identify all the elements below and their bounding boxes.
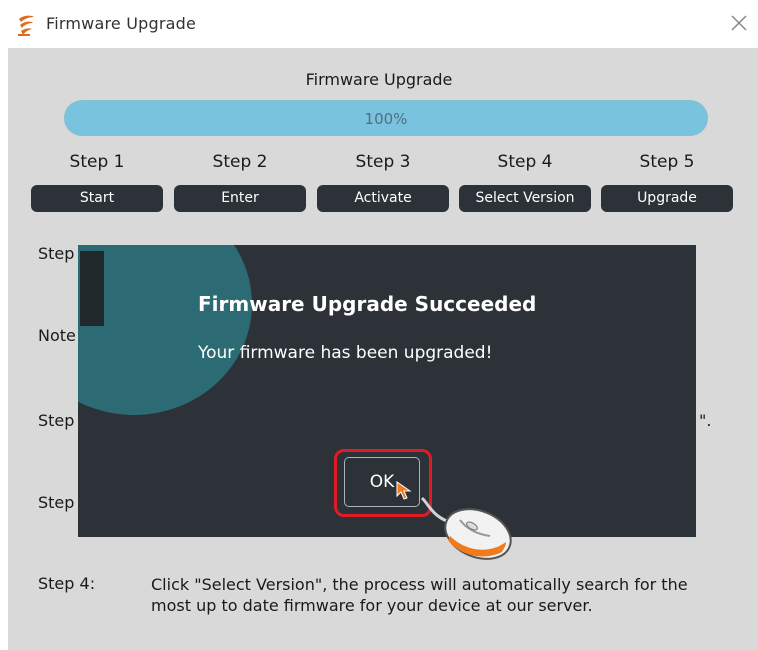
step-label-2: Step 2 — [212, 152, 268, 172]
enter-button[interactable]: Enter — [174, 185, 306, 212]
instruction-step-partial-3: Step — [38, 493, 75, 512]
start-button[interactable]: Start — [31, 185, 163, 212]
step-label-4: Step 4 — [497, 152, 553, 172]
step4-instruction: Click "Select Version", the process will… — [151, 575, 688, 615]
info-icon — [78, 245, 252, 415]
progress-bar: 100% — [64, 100, 708, 136]
title-bar: Firmware Upgrade — [0, 0, 758, 48]
page-heading: Firmware Upgrade — [305, 70, 453, 89]
step-label-5: Step 5 — [639, 152, 695, 172]
app-logo-icon — [18, 15, 34, 36]
step-label-1: Step 1 — [69, 152, 125, 172]
dialog-message: Your firmware has been upgraded! — [198, 343, 493, 363]
step4-label: Step 4: — [38, 574, 96, 593]
info-icon-bar — [80, 251, 104, 326]
cursor-arrow-icon — [396, 481, 412, 500]
mouse-click-icon — [420, 496, 512, 560]
dialog-title: Firmware Upgrade Succeeded — [198, 292, 537, 316]
activate-button[interactable]: Activate — [317, 185, 449, 212]
instruction-trailing-text: ". — [699, 411, 712, 430]
step-label-3: Step 3 — [355, 152, 411, 172]
window-title: Firmware Upgrade — [46, 14, 197, 33]
instruction-step-partial-2: Step — [38, 411, 75, 430]
close-icon[interactable] — [728, 12, 750, 34]
instruction-note-partial: Note — [38, 326, 76, 345]
progress-label: 100% — [364, 110, 408, 128]
success-dialog: Firmware Upgrade Succeeded Your firmware… — [78, 245, 696, 537]
instruction-step-partial-1: Step — [38, 244, 75, 263]
select-version-button[interactable]: Select Version — [459, 185, 591, 212]
upgrade-button[interactable]: Upgrade — [601, 185, 733, 212]
